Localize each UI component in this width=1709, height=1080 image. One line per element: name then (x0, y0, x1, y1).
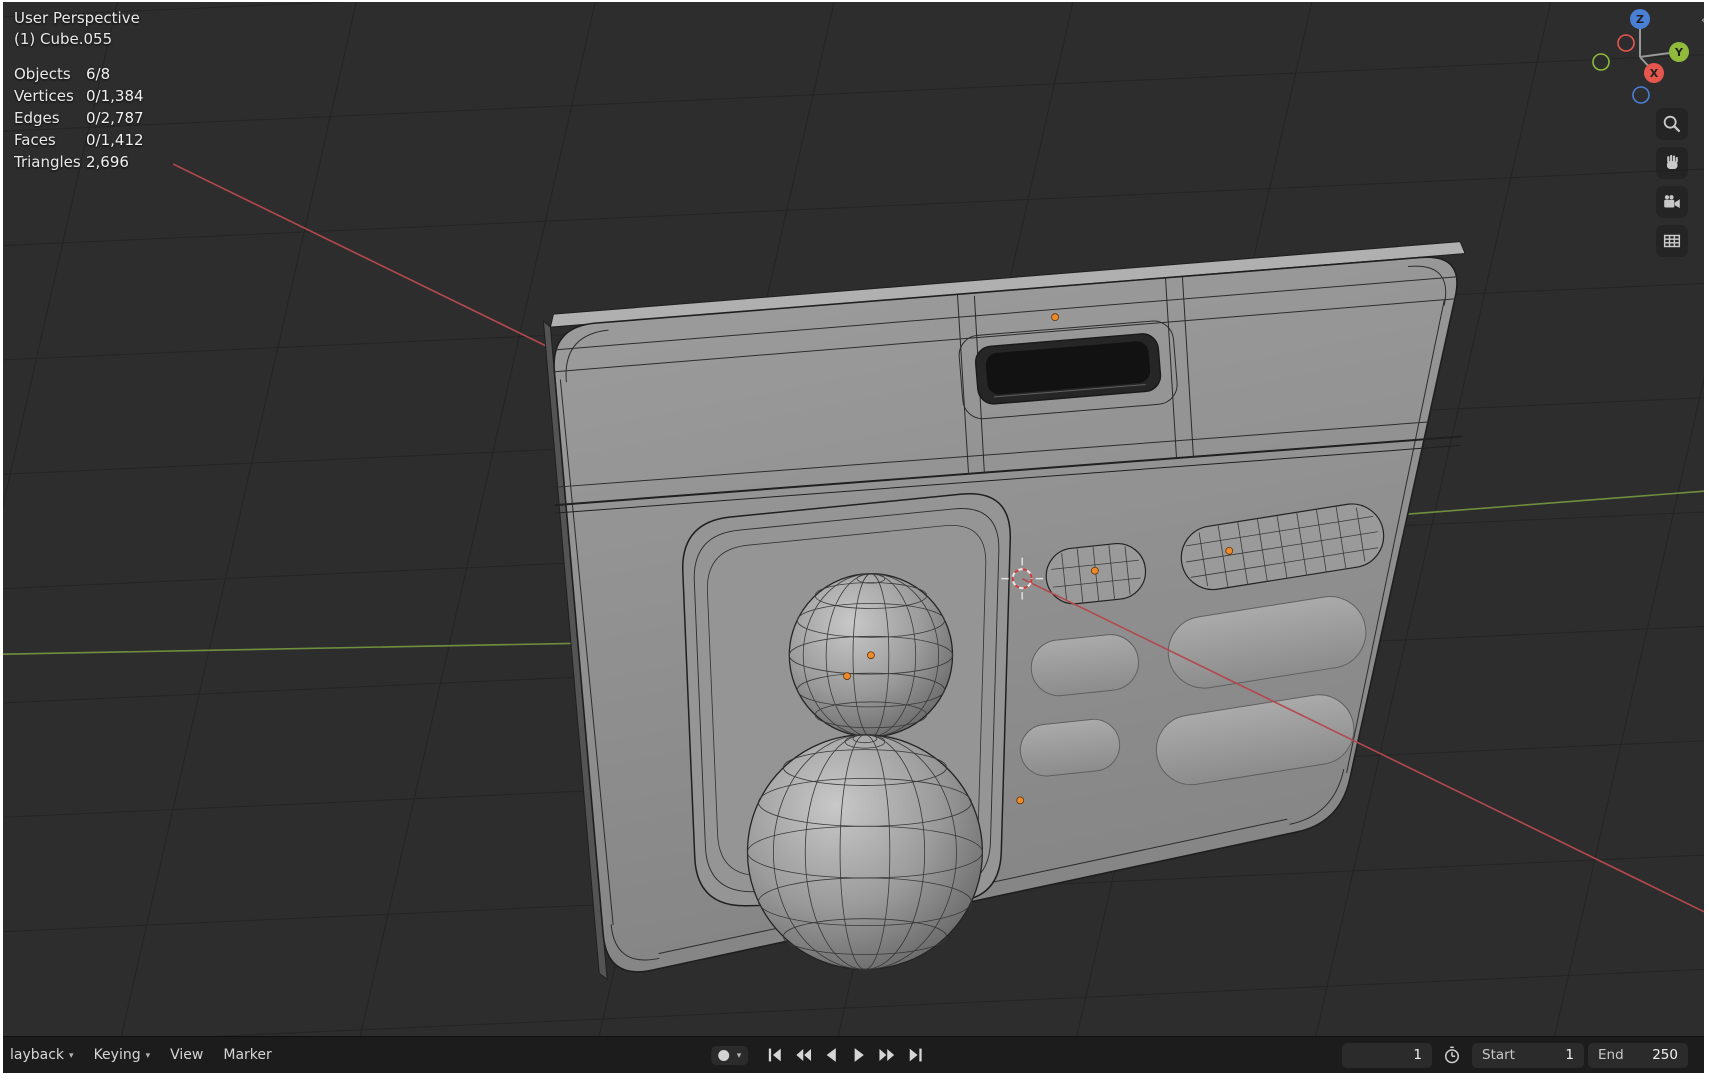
pan-button[interactable] (1656, 147, 1688, 179)
prev-keyframe-button[interactable] (790, 1043, 815, 1067)
sphere-large[interactable] (746, 734, 984, 971)
menu-view-label: View (170, 1047, 204, 1063)
play-reverse-icon (826, 1048, 836, 1062)
record-circle-icon[interactable] (718, 1049, 730, 1061)
ortho-toggle-button[interactable] (1656, 225, 1688, 257)
jump-to-end-button[interactable] (902, 1043, 927, 1067)
area-resize-corner-icon[interactable]: ‹ (1701, 12, 1704, 28)
menu-playback-label: layback (10, 1047, 65, 1063)
menu-marker[interactable]: Marker (223, 1047, 271, 1063)
playback-controls: ▾ (711, 1037, 928, 1073)
menu-keying-label: Keying (93, 1047, 141, 1063)
prev-keyframe-icon (795, 1049, 811, 1061)
start-frame-field[interactable]: Start 1 (1472, 1042, 1584, 1068)
gizmo-neg-z-ball[interactable] (1632, 86, 1650, 104)
stopwatch-icon (1445, 1046, 1459, 1064)
viewport-nav-buttons (1656, 108, 1688, 257)
transport-buttons (762, 1043, 927, 1067)
start-frame-value: 1 (1565, 1047, 1574, 1063)
chevron-down-icon: ▾ (145, 1051, 151, 1061)
play-button[interactable] (846, 1043, 871, 1067)
menu-keying[interactable]: Keying ▾ (94, 1047, 151, 1063)
zoom-icon (1663, 115, 1681, 133)
frame-range-controls: 1 Start 1 End 250 (1342, 1037, 1688, 1073)
gizmo-neg-x-ball[interactable] (1617, 34, 1635, 52)
camera-view-button[interactable] (1656, 186, 1688, 218)
auto-keyframe-group: ▾ (711, 1045, 749, 1065)
play-reverse-button[interactable] (818, 1043, 843, 1067)
camera-view-icon (1664, 195, 1680, 208)
current-frame-value: 1 (1413, 1047, 1422, 1063)
menu-view[interactable]: View (170, 1047, 203, 1063)
gizmo-z-label: Z (1636, 13, 1644, 26)
jump-to-start-button[interactable] (762, 1043, 787, 1067)
timeline-menus: layback ▾ Keying ▾ View Marker (3, 1047, 272, 1063)
chevron-down-icon: ▾ (69, 1051, 74, 1061)
end-frame-label: End (1598, 1047, 1624, 1063)
next-keyframe-button[interactable] (874, 1043, 899, 1067)
gizmo-neg-y-ball[interactable] (1592, 53, 1610, 71)
jump-to-end-icon (909, 1048, 922, 1062)
play-icon (854, 1048, 864, 1062)
timeline-header: layback ▾ Keying ▾ View Marker ▾ 1 Start… (3, 1036, 1704, 1073)
pan-hand-icon (1666, 154, 1678, 169)
model-mesh[interactable] (542, 241, 1466, 981)
gizmo-y-label: Y (1674, 46, 1684, 59)
blender-window: User Perspective (1) Cube.055 Objects 6/8… (0, 0, 1709, 1080)
end-frame-value: 250 (1652, 1047, 1678, 1063)
view-navigation-gizmo[interactable]: Z Y X (1585, 5, 1695, 110)
start-frame-label: Start (1482, 1047, 1515, 1063)
viewport-3d[interactable]: User Perspective (1) Cube.055 Objects 6/8… (3, 2, 1704, 1073)
jump-to-start-icon (768, 1048, 781, 1062)
current-frame-field[interactable]: 1 (1342, 1042, 1432, 1068)
preview-range-button[interactable] (1442, 1045, 1462, 1065)
menu-playback[interactable]: layback ▾ (10, 1047, 74, 1063)
gizmo-x-label: X (1650, 67, 1659, 80)
record-options-chevron-icon[interactable]: ▾ (737, 1051, 742, 1061)
scene-area[interactable]: User Perspective (1) Cube.055 Objects 6/8… (3, 2, 1704, 1036)
zoom-button[interactable] (1656, 108, 1688, 140)
end-frame-field[interactable]: End 250 (1588, 1042, 1688, 1068)
next-keyframe-icon (878, 1049, 894, 1061)
viewport-canvas[interactable] (3, 2, 1704, 1036)
menu-marker-label: Marker (223, 1047, 272, 1063)
grid-ortho-icon (1663, 234, 1681, 248)
